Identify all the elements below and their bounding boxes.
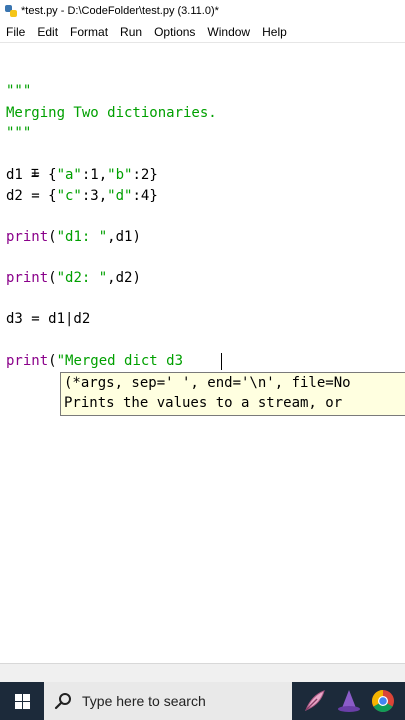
- code-line-3: """: [6, 125, 32, 141]
- menu-run[interactable]: Run: [114, 25, 148, 39]
- chrome-icon[interactable]: [370, 688, 396, 714]
- code-line-4: d1 = {"a":1,"b":2}: [6, 167, 158, 183]
- menu-edit[interactable]: Edit: [31, 25, 64, 39]
- wizard-hat-icon[interactable]: [336, 688, 362, 714]
- code-line-2: Merging Two dictionaries.: [6, 105, 217, 121]
- text-caret: [221, 353, 222, 370]
- search-placeholder: Type here to search: [82, 693, 206, 709]
- pinned-apps: [302, 688, 404, 714]
- code-line-9: print("Merged dict d3: [6, 353, 184, 369]
- windows-logo-icon: [14, 693, 30, 709]
- code-line-7: print("d2: ",d2): [6, 270, 141, 286]
- menu-options[interactable]: Options: [148, 25, 201, 39]
- mouse-ibeam-icon: ⌶: [31, 166, 39, 181]
- status-bar: [0, 663, 405, 682]
- feather-app-icon[interactable]: [302, 688, 328, 714]
- menu-bar: File Edit Format Run Options Window Help: [0, 22, 405, 43]
- calltip-popup: (*args, sep=' ', end='\n', file=No Print…: [60, 372, 405, 416]
- menu-format[interactable]: Format: [64, 25, 114, 39]
- code-editor[interactable]: """ Merging Two dictionaries. """ d1 = {…: [0, 43, 405, 663]
- search-icon: [54, 693, 71, 710]
- window-title: *test.py - D:\CodeFolder\test.py (3.11.0…: [21, 5, 219, 17]
- menu-window[interactable]: Window: [201, 25, 256, 39]
- code-line-8: d3 = d1|d2: [6, 311, 91, 327]
- window-title-bar: *test.py - D:\CodeFolder\test.py (3.11.0…: [0, 0, 405, 22]
- code-line-1: """: [6, 83, 32, 99]
- python-idle-icon: [5, 5, 17, 17]
- code-line-5: d2 = {"c":3,"d":4}: [6, 188, 158, 204]
- taskbar-search[interactable]: Type here to search: [44, 682, 292, 720]
- calltip-signature: (*args, sep=' ', end='\n', file=No: [64, 375, 351, 391]
- menu-help[interactable]: Help: [256, 25, 293, 39]
- code-line-6: print("d1: ",d1): [6, 229, 141, 245]
- calltip-doc: Prints the values to a stream, or: [64, 395, 343, 411]
- taskbar: Type here to search: [0, 682, 405, 720]
- menu-file[interactable]: File: [0, 25, 31, 39]
- start-button[interactable]: [0, 682, 44, 720]
